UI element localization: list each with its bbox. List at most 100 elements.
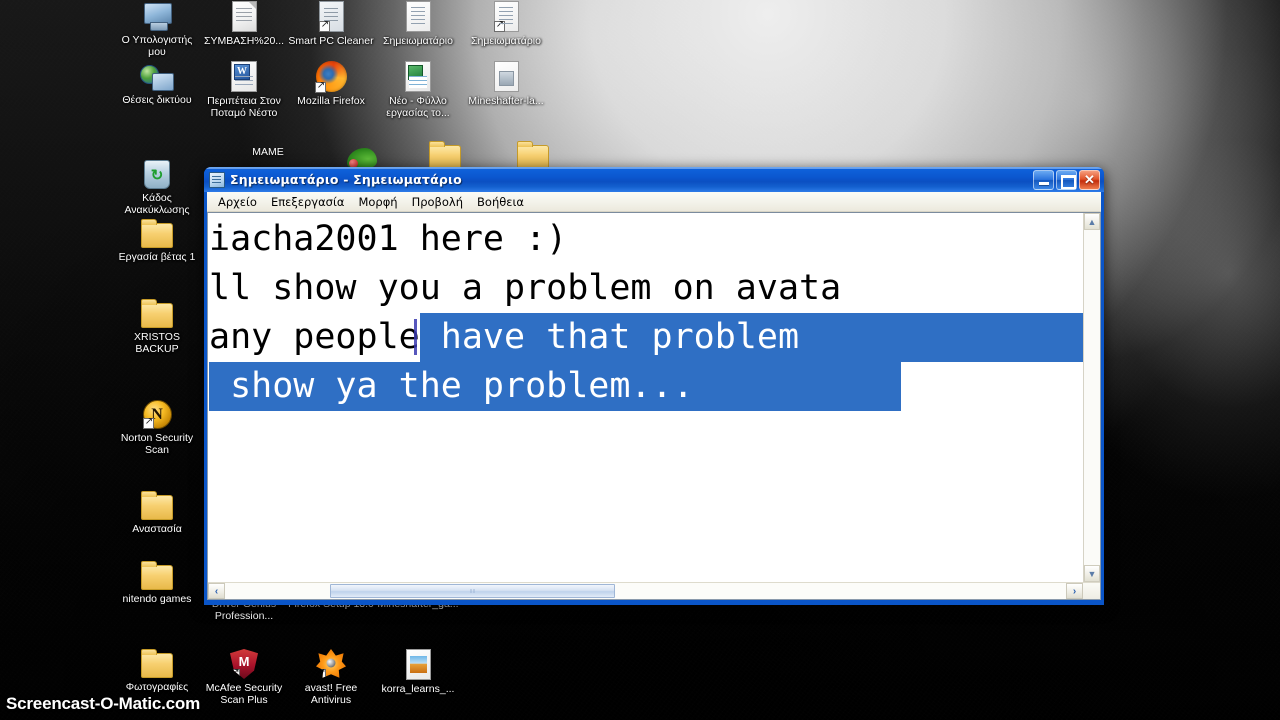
desktop-icon-label: Mineshafter-la... (468, 95, 544, 107)
shortcut-arrow-icon (142, 416, 155, 429)
desktop-icon-norton-security[interactable]: N Norton Security Scan (113, 398, 201, 456)
notepad-icon (209, 171, 225, 188)
title-bar[interactable]: Σημειωματάριο - Σημειωματάριο (204, 167, 1104, 192)
desktop-icon-label: Εργασία βέτας 1 (118, 251, 196, 263)
desktop-icon-network-places[interactable]: Θέσεις δικτύου (113, 60, 201, 106)
scroll-up-button[interactable]: ▲ (1084, 213, 1100, 230)
firefox-icon (314, 61, 347, 93)
norton-icon: N (142, 400, 172, 429)
editor-text: iacha2001 here :) (209, 219, 568, 259)
editor-client-area: iacha2001 here :) ll show you a problem o… (207, 212, 1101, 600)
desktop-icon-label: ΣΥΜΒΑΣΗ%20... (203, 35, 285, 47)
desktop-icon-mineshafter-la[interactable]: Mineshafter-la... (462, 60, 550, 107)
desktop-icon-my-computer[interactable]: Ο Υπολογιστής μου (113, 0, 201, 58)
menu-item-edit[interactable]: Επεξεργασία (264, 193, 351, 211)
desktop-icon-label: avast! Free Antivirus (304, 682, 358, 706)
folder-icon (141, 649, 173, 678)
editor-text: ll show you a problem on avata (209, 268, 842, 308)
desktop-icon-smart-pc-cleaner[interactable]: Smart PC Cleaner (287, 0, 375, 47)
scroll-down-button[interactable]: ▼ (1084, 565, 1100, 582)
desktop-icon-mcafee-security[interactable]: M McAfee Security Scan Plus (200, 648, 288, 706)
computer-icon (140, 3, 174, 31)
desktop-icon-peripeteia-doc[interactable]: Περιπέτεια Στον Ποταμό Νέστο (200, 60, 288, 119)
desktop-icon-label: Αναστασία (132, 523, 182, 535)
mcafee-letter-icon: M (238, 654, 250, 669)
shortcut-arrow-icon (318, 19, 331, 32)
desktop-icon-anastasia[interactable]: Αναστασία (113, 490, 201, 535)
close-button[interactable] (1079, 170, 1100, 190)
desktop-icon-xristos-backup[interactable]: XRISTOS BACKUP (113, 298, 201, 355)
minimize-button[interactable] (1033, 170, 1054, 190)
avast-icon (316, 649, 346, 678)
notepad-file-icon (405, 1, 431, 32)
folder-icon (141, 219, 173, 248)
vertical-scrollbar[interactable]: ▲ ▼ (1083, 213, 1100, 582)
desktop-icon-symvasi-doc[interactable]: ΣΥΜΒΑΣΗ%20... (200, 0, 288, 47)
mineshafter-icon (493, 61, 519, 92)
editor-line-4[interactable]: show ya the problem... (209, 362, 901, 411)
shortcut-arrow-icon (316, 667, 327, 678)
mcafee-icon: M (230, 649, 258, 679)
application-icon (318, 1, 344, 32)
editor-text-unselected: any people (209, 317, 420, 357)
window-controls (1033, 170, 1100, 190)
menu-item-help[interactable]: Βοήθεια (470, 193, 531, 211)
notepad-file-icon (493, 1, 519, 32)
vertical-scroll-track[interactable] (1084, 230, 1100, 565)
text-caret (414, 319, 417, 355)
excel-icon (405, 61, 431, 92)
scroll-right-button[interactable]: › (1066, 583, 1083, 599)
scrollbar-corner (1083, 583, 1100, 599)
desktop-icon-label: Norton Security Scan (120, 432, 194, 456)
maximize-button[interactable] (1056, 170, 1077, 190)
network-icon (140, 63, 174, 91)
screencast-watermark: Screencast-O-Matic.com (6, 694, 201, 713)
desktop-icon-mozilla-firefox[interactable]: Mozilla Firefox (287, 60, 375, 107)
editor-text-selected: show ya the problem... (209, 366, 694, 406)
word-document-icon (231, 61, 257, 92)
desktop-icon-ergasia-vetas[interactable]: Εργασία βέτας 1 (113, 218, 201, 263)
desktop-icon-label: Mozilla Firefox (297, 95, 365, 107)
desktop-icon-label: Σημειωματάριο (383, 35, 453, 47)
desktop-icon-avast-antivirus[interactable]: avast! Free Antivirus (287, 648, 375, 706)
editor-text-selected: have that problem (419, 313, 1083, 362)
editor-line-3[interactable]: any people have that problem (209, 313, 1083, 362)
desktop-icon-fotografies[interactable]: Φωτογραφίες (113, 648, 201, 693)
menu-item-view[interactable]: Προβολή (405, 193, 470, 211)
desktop-screen: Ο Υπολογιστής μου ΣΥΜΒΑΣΗ%20...Smart PC C… (0, 0, 1280, 720)
recycle-arrow-icon: ↻ (150, 167, 164, 184)
folder-icon (141, 491, 173, 520)
desktop-icon-nitendo-games[interactable]: nitendo games (113, 560, 201, 605)
desktop-icon-label: Νέο - Φύλλο εργασίας το... (386, 95, 450, 119)
horizontal-scroll-thumb[interactable] (330, 584, 615, 598)
desktop-icon-notepad-file-2[interactable]: Σημειωματάριο (462, 0, 550, 47)
avast-ball-icon (326, 658, 336, 668)
desktop-icon-label: Ο Υπολογιστής μου (121, 34, 193, 58)
menu-item-file[interactable]: Αρχείο (211, 193, 264, 211)
folder-icon (141, 299, 173, 328)
horizontal-scrollbar[interactable]: ‹ › (208, 582, 1100, 599)
window-title: Σημειωματάριο - Σημειωματάριο (230, 172, 462, 187)
image-file-icon (405, 649, 431, 680)
desktop-icon-label: Σημειωματάριο (471, 35, 541, 47)
folder-icon (141, 561, 173, 590)
desktop-icon-label: nitendo games (122, 593, 192, 605)
desktop-icon-label: Περιπέτεια Στον Ποταμό Νέστο (207, 95, 281, 119)
editor-line-2[interactable]: ll show you a problem on avata (209, 264, 1083, 313)
editor-line-1[interactable]: iacha2001 here :) (209, 215, 1083, 264)
desktop-icon-neo-fyllo[interactable]: Νέο - Φύλλο εργασίας το... (374, 60, 462, 119)
scroll-left-button[interactable]: ‹ (208, 583, 225, 599)
document-lines-icon (235, 8, 252, 24)
desktop-icon-label: Θέσεις δικτύου (122, 94, 192, 106)
text-editor-area[interactable]: iacha2001 here :) ll show you a problem o… (208, 213, 1083, 582)
menu-item-format[interactable]: Μορφή (351, 193, 404, 211)
recycle-bin-icon: ↻ (144, 160, 170, 189)
shortcut-arrow-icon (493, 19, 506, 32)
desktop-icon-label: Κάδος Ανακύκλωσης (124, 192, 190, 216)
desktop-icon-notepad-file-1[interactable]: Σημειωματάριο (374, 0, 462, 47)
desktop-icon-korra-learns[interactable]: korra_learns_... (374, 648, 462, 695)
horizontal-scroll-track[interactable] (225, 583, 1066, 599)
notepad-window[interactable]: Σημειωματάριο - Σημειωματάριο ΑρχείοΕπεξ… (204, 167, 1104, 605)
desktop-icon-label-mame: MAME (252, 146, 284, 158)
desktop-icon-recycle-bin[interactable]: ↻ Κάδος Ανακύκλωσης (113, 158, 201, 216)
